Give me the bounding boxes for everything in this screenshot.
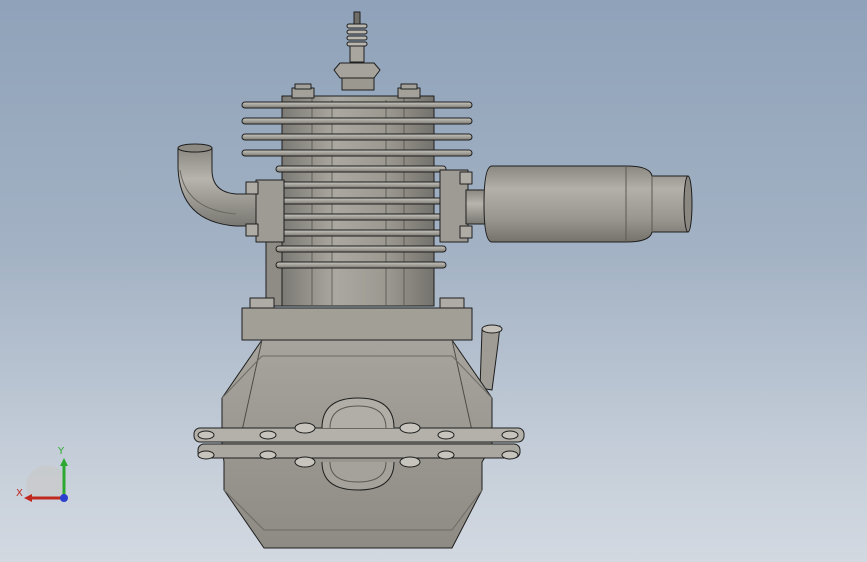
x-axis-label: X — [16, 488, 23, 499]
orientation-triad: X Y — [16, 446, 68, 502]
graphics-viewport[interactable]: X Y — [0, 0, 867, 562]
spark-plug — [333, 11, 381, 91]
muffler — [483, 165, 693, 243]
triad-plane — [26, 465, 65, 498]
x-axis-arrow — [24, 494, 32, 502]
z-axis-dot — [60, 494, 68, 502]
y-axis-arrow — [60, 458, 68, 466]
fuel-fitting — [479, 324, 503, 391]
y-axis-label: Y — [57, 446, 65, 457]
engine-3d-model[interactable] — [0, 0, 867, 562]
